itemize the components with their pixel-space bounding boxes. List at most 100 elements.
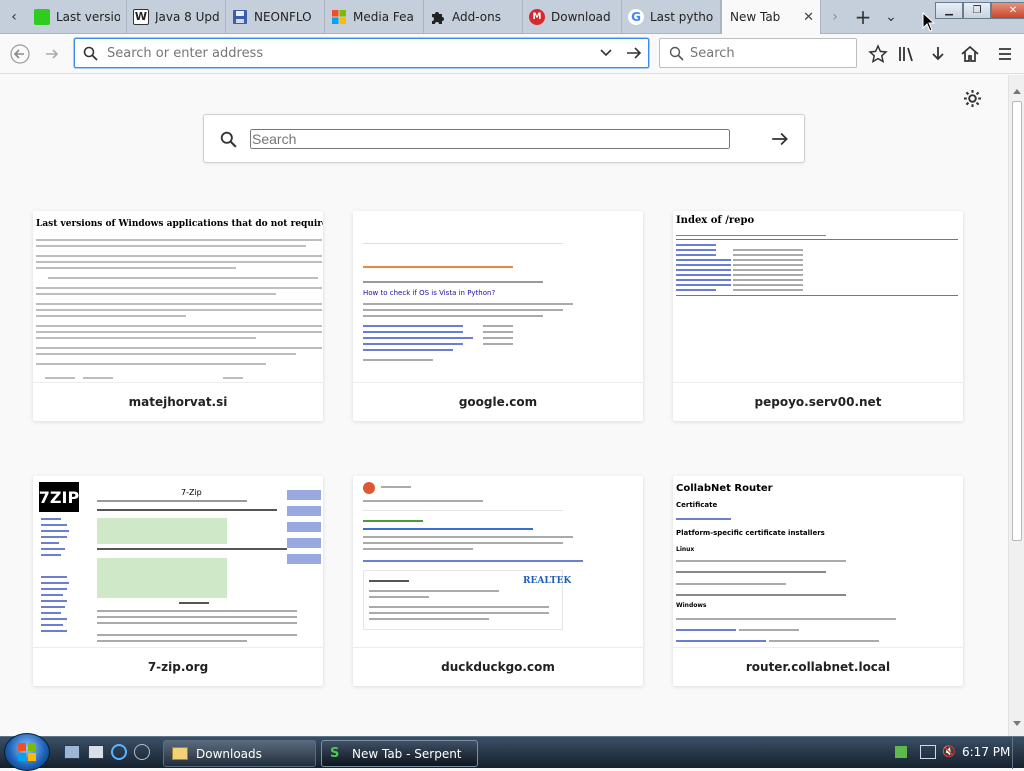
tile-label: router.collabnet.local bbox=[745, 660, 891, 674]
tile-label: matejhorvat.si bbox=[128, 395, 228, 409]
taskbar-clock[interactable]: 6:17 PM bbox=[962, 745, 1010, 759]
browser-quicklaunch-icon[interactable] bbox=[134, 744, 150, 760]
tab-strip: ‹ Last versio W Java 8 Upd NEONFLO Media… bbox=[0, 0, 1024, 34]
tab-label: New Tab bbox=[730, 10, 781, 24]
tab-label: NEONFLO bbox=[254, 9, 312, 24]
maximize-button[interactable]: ❐ bbox=[963, 2, 991, 19]
menu-button[interactable] bbox=[991, 40, 1019, 68]
new-tab-button[interactable]: + bbox=[849, 0, 877, 33]
url-bar[interactable] bbox=[74, 38, 649, 68]
home-button[interactable] bbox=[956, 40, 984, 68]
start-button[interactable] bbox=[4, 733, 50, 771]
puzzle-icon bbox=[430, 9, 446, 25]
top-site-tile-matejhorvat[interactable]: Last versions of Windows applications th… bbox=[33, 211, 323, 421]
tile-label: google.com bbox=[458, 395, 538, 409]
window-controls: ▁ ❐ ✕ bbox=[935, 2, 1024, 19]
tab-1[interactable]: W Java 8 Upd bbox=[127, 0, 226, 33]
taskbar-button-downloads[interactable]: Downloads bbox=[163, 740, 316, 767]
top-site-tile-pepoyo[interactable]: Index of /repo pepoyo.serv00.net bbox=[673, 211, 963, 421]
floppy-icon bbox=[232, 9, 248, 25]
search-input[interactable] bbox=[690, 44, 850, 62]
scroll-up-arrow-icon[interactable] bbox=[1013, 89, 1021, 94]
search-icon bbox=[220, 131, 237, 148]
new-tab-page: Last versions of Windows applications th… bbox=[0, 75, 1008, 736]
action-center-flag-icon[interactable] bbox=[895, 746, 907, 758]
mouse-cursor-icon bbox=[922, 12, 936, 32]
thumbnail-heading: Last versions of Windows applications th… bbox=[36, 219, 323, 229]
thumbnail-subheading: Linux bbox=[676, 546, 695, 553]
scroll-tabs-left-button[interactable]: ‹ bbox=[0, 0, 28, 33]
tab-5[interactable]: M Download bbox=[523, 0, 622, 33]
scroll-tabs-right-button[interactable]: › bbox=[821, 0, 849, 33]
list-all-tabs-button[interactable]: ⌄ bbox=[877, 0, 905, 33]
search-go-arrow-icon[interactable] bbox=[770, 130, 790, 148]
top-site-tile-collabnet[interactable]: CollabNet Router Certificate Platform-sp… bbox=[673, 476, 963, 686]
minimize-button[interactable]: ▁ bbox=[935, 2, 963, 19]
gear-icon[interactable] bbox=[963, 89, 982, 108]
page-search-box[interactable] bbox=[203, 114, 805, 163]
library-icon bbox=[899, 47, 913, 62]
7zip-logo-icon: 7ZIP bbox=[39, 482, 79, 512]
microsoft-logo-icon bbox=[331, 9, 347, 25]
tab-label: Add-ons bbox=[452, 9, 501, 24]
tab-label: Last pytho bbox=[650, 9, 714, 24]
tab-label: Java 8 Upd bbox=[155, 9, 219, 24]
green-square-icon bbox=[34, 8, 50, 25]
google-g-icon: G bbox=[628, 8, 644, 25]
tab-0[interactable]: Last versio bbox=[28, 0, 127, 33]
close-window-button[interactable]: ✕ bbox=[991, 2, 1024, 19]
tab-label: Download bbox=[551, 9, 611, 24]
volume-muted-icon[interactable]: 🔇 bbox=[942, 745, 956, 759]
windows-logo-icon bbox=[18, 743, 36, 761]
windows-taskbar: Downloads S New Tab - Serpent 🔇 6:17 PM bbox=[0, 733, 1024, 771]
top-site-tile-duckduckgo[interactable]: REALTEK duckduckgo.com bbox=[353, 476, 643, 686]
close-icon: ✕ bbox=[1008, 5, 1018, 16]
chevron-down-icon[interactable] bbox=[599, 48, 613, 58]
chevron-right-icon: › bbox=[832, 8, 838, 25]
tab-2[interactable]: NEONFLO bbox=[226, 0, 325, 33]
scroll-down-arrow-icon[interactable] bbox=[1013, 721, 1021, 726]
duckduckgo-logo-icon bbox=[363, 482, 375, 494]
close-tab-icon[interactable]: ✕ bbox=[797, 10, 814, 25]
tile-label: 7-zip.org bbox=[147, 660, 209, 674]
top-site-tile-7zip[interactable]: 7ZIP 7-Zip 7-zip.org bbox=[33, 476, 323, 686]
explorer-quicklaunch-icon[interactable] bbox=[88, 745, 104, 759]
taskbar-button-serpent[interactable]: S New Tab - Serpent bbox=[321, 740, 478, 767]
tab-label: Media Fea bbox=[353, 9, 414, 24]
plus-icon: + bbox=[854, 4, 872, 29]
go-arrow-icon[interactable] bbox=[625, 45, 643, 61]
search-bar[interactable] bbox=[659, 38, 857, 68]
thumbnail-subheading: Platform-specific certificate installers bbox=[676, 529, 825, 537]
url-input[interactable] bbox=[107, 44, 587, 62]
thumbnail-heading: How to check if OS is Vista in Python? bbox=[363, 289, 496, 297]
internet-explorer-icon[interactable] bbox=[111, 744, 127, 760]
downloads-button[interactable] bbox=[924, 40, 952, 68]
show-desktop-icon[interactable] bbox=[64, 745, 80, 759]
top-site-tile-google[interactable]: How to check if OS is Vista in Python? g… bbox=[353, 211, 643, 421]
back-button[interactable] bbox=[6, 40, 34, 68]
tab-new-tab[interactable]: New Tab ✕ bbox=[721, 0, 821, 34]
maximize-icon: ❐ bbox=[972, 5, 982, 16]
bookmark-star-button[interactable] bbox=[864, 40, 892, 68]
search-icon bbox=[669, 46, 684, 61]
tile-thumbnail: 7ZIP 7-Zip bbox=[33, 476, 323, 648]
tab-6[interactable]: G Last pytho bbox=[622, 0, 721, 33]
network-icon[interactable] bbox=[920, 745, 936, 759]
forward-button[interactable] bbox=[38, 40, 66, 68]
tile-thumbnail: REALTEK bbox=[353, 476, 643, 648]
tab-4[interactable]: Add-ons bbox=[424, 0, 523, 33]
tile-label: pepoyo.serv00.net bbox=[754, 395, 882, 409]
page-scrollbar[interactable] bbox=[1008, 75, 1024, 736]
show-desktop-button[interactable] bbox=[1012, 737, 1024, 769]
thumbnail-heading: 7-Zip bbox=[181, 488, 202, 497]
page-search-input[interactable] bbox=[250, 129, 730, 149]
thumbnail-subheading: Windows bbox=[676, 602, 707, 609]
tile-label: duckduckgo.com bbox=[441, 660, 555, 674]
library-button[interactable] bbox=[893, 40, 921, 68]
search-icon bbox=[83, 46, 98, 61]
mega-icon: M bbox=[529, 8, 545, 25]
navigation-toolbar bbox=[0, 34, 1024, 74]
thumbnail-subheading: Certificate bbox=[676, 501, 718, 509]
scrollbar-thumb[interactable] bbox=[1012, 101, 1022, 541]
tab-3[interactable]: Media Fea bbox=[325, 0, 424, 33]
